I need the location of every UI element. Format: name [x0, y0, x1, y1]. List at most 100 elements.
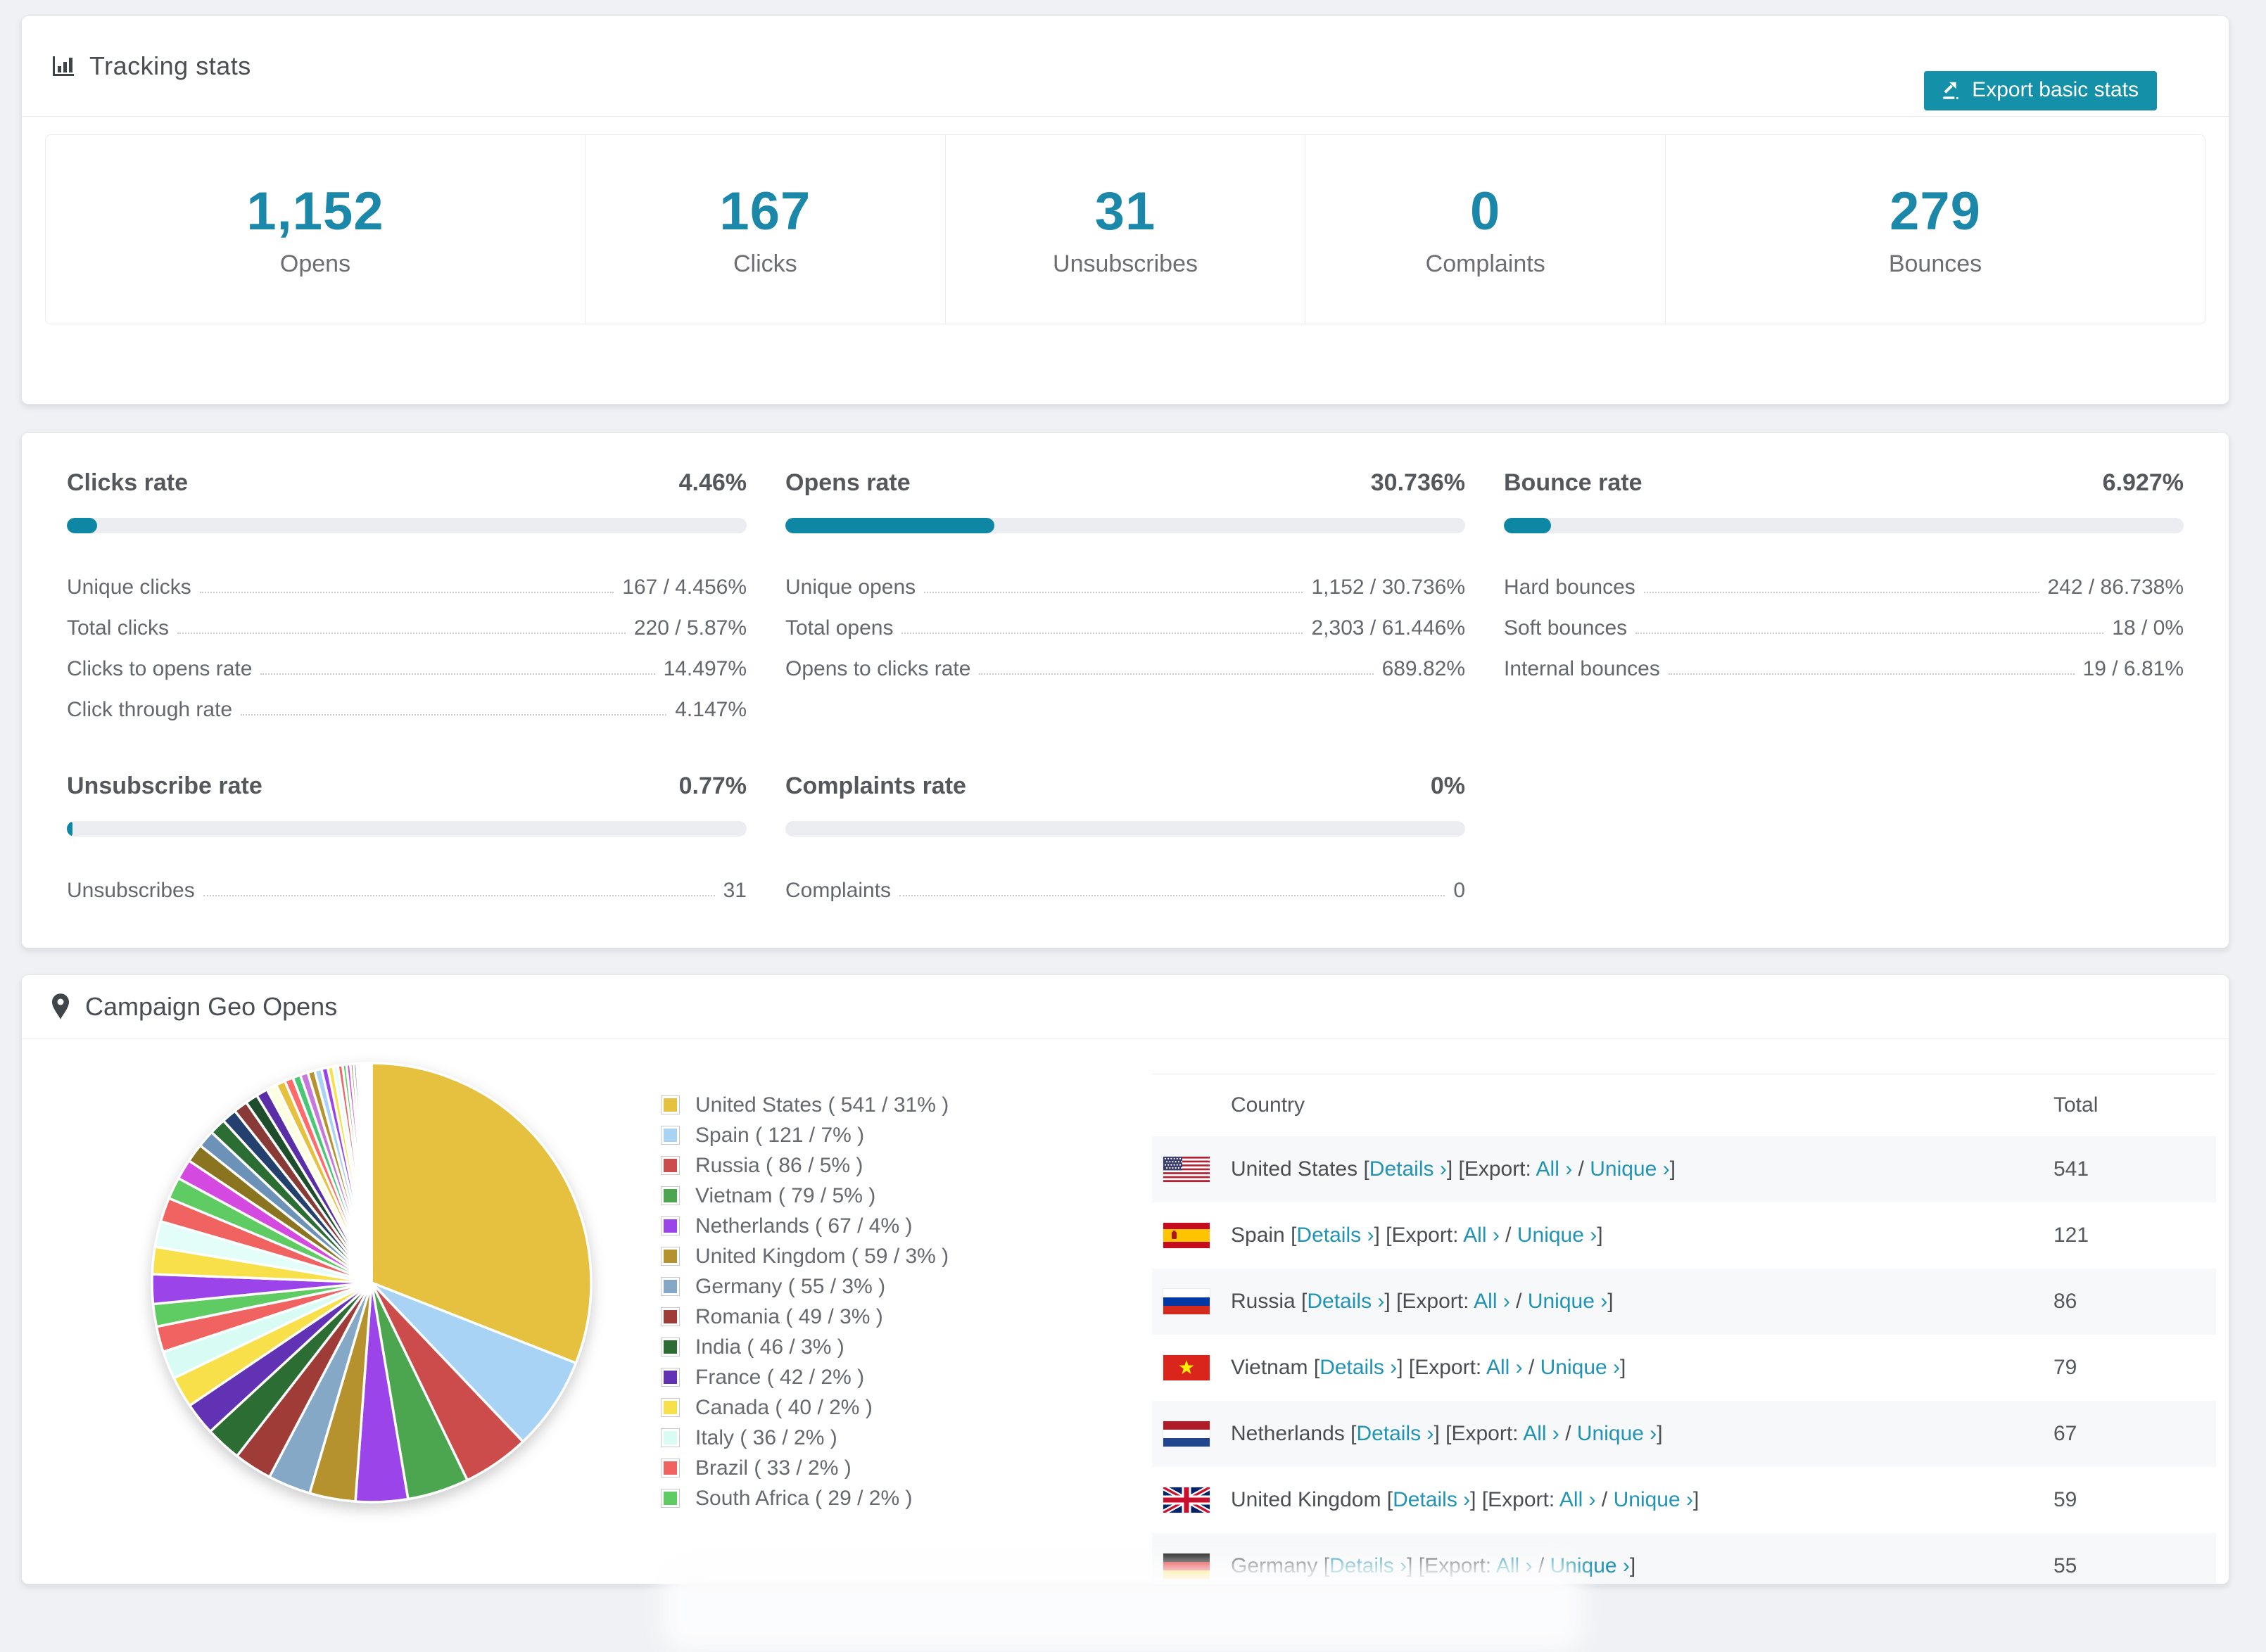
- flag-icon-ru: [1163, 1289, 1210, 1314]
- country-row-gb: United Kingdom [Details ›] [Export: All …: [1152, 1467, 2216, 1533]
- stat-label: Complaints: [1425, 250, 1545, 277]
- export-unique-link[interactable]: Unique ›: [1614, 1488, 1693, 1511]
- legend-item: Canada ( 40 / 2% ): [661, 1392, 949, 1423]
- rate-value: 0%: [1430, 773, 1465, 799]
- export-basic-stats-button[interactable]: Export basic stats: [1924, 71, 2157, 110]
- export-all-link[interactable]: All ›: [1496, 1554, 1533, 1577]
- legend-item: United States ( 541 / 31% ): [661, 1090, 949, 1120]
- country-total: 86: [2053, 1290, 2077, 1313]
- rate-detail-row: Opens to clicks rate 689.82%: [785, 640, 1465, 681]
- rate-progress-bar: [1504, 518, 2184, 533]
- details-link[interactable]: Details ›: [1319, 1356, 1397, 1379]
- legend-item: Germany ( 55 / 3% ): [661, 1271, 949, 1302]
- export-unique-link[interactable]: Unique ›: [1550, 1554, 1630, 1577]
- export-unique-link[interactable]: Unique ›: [1577, 1422, 1657, 1445]
- export-icon: [1939, 79, 1962, 101]
- rate-detail-value: 689.82%: [1381, 657, 1465, 680]
- rate-progress-fill: [67, 821, 73, 837]
- rate-value: 6.927%: [2102, 469, 2184, 496]
- rate-detail-label: Hard bounces: [1504, 576, 1635, 599]
- rates-card: Clicks rate 4.46% Unique clicks 167 / 4.456…: [21, 432, 2229, 948]
- geo-country-table: Country Total United States [Details ›] …: [1152, 1074, 2216, 1584]
- legend-swatch: [661, 1156, 680, 1175]
- rate-detail-label: Unique clicks: [67, 576, 191, 599]
- rate-detail-row: Soft bounces 18 / 0%: [1504, 599, 2184, 640]
- details-link[interactable]: Details ›: [1307, 1290, 1384, 1313]
- export-unique-link[interactable]: Unique ›: [1590, 1157, 1669, 1181]
- country-row-es: Spain [Details ›] [Export: All › / Uniqu…: [1152, 1202, 2216, 1269]
- export-all-link[interactable]: All ›: [1523, 1422, 1559, 1445]
- country-row-nl: Netherlands [Details ›] [Export: All › /…: [1152, 1401, 2216, 1467]
- rate-detail-value: 0: [1453, 879, 1465, 902]
- rate-detail-value: 14.497%: [663, 657, 747, 680]
- slash-separator: /: [1509, 1290, 1528, 1313]
- country-row-vn: Vietnam [Details ›] [Export: All › / Uni…: [1152, 1335, 2216, 1401]
- rates-grid: Clicks rate 4.46% Unique clicks 167 / 4.456…: [67, 469, 2184, 903]
- stat-box-unsubscribes: 31 Unsubscribes: [944, 135, 1305, 324]
- rate-detail-value: 1,152 / 30.736%: [1311, 576, 1465, 599]
- bar-chart-icon: [50, 53, 75, 79]
- slash-separator: /: [1572, 1157, 1590, 1181]
- rate-detail-row: Hard bounces 242 / 86.738%: [1504, 559, 2184, 599]
- stat-value: 167: [719, 182, 811, 241]
- rate-progress-bar: [785, 821, 1465, 837]
- flag-icon-es: [1163, 1223, 1210, 1248]
- rate-detail-value: 242 / 86.738%: [2047, 576, 2184, 599]
- total-column-header: Total: [2053, 1093, 2099, 1117]
- legend-item: Romania ( 49 / 3% ): [661, 1302, 949, 1332]
- legend-swatch: [661, 1489, 680, 1508]
- rate-detail-label: Internal bounces: [1504, 657, 1660, 680]
- details-link[interactable]: Details ›: [1356, 1422, 1433, 1445]
- slash-separator: /: [1532, 1554, 1550, 1577]
- rate-progress-fill: [67, 518, 98, 533]
- export-all-link[interactable]: All ›: [1463, 1224, 1500, 1247]
- legend-item: Brazil ( 33 / 2% ): [661, 1453, 949, 1483]
- rate-detail-label: Unsubscribes: [67, 879, 195, 902]
- rate-detail-row: Unique clicks 167 / 4.456%: [67, 559, 747, 599]
- country-row-ru: Russia [Details ›] [Export: All › / Uniq…: [1152, 1269, 2216, 1335]
- rate-detail-row: Internal bounces 19 / 6.81%: [1504, 640, 2184, 681]
- country-name: Netherlands [: [1231, 1422, 1357, 1445]
- stat-box-opens: 1,152 Opens: [46, 135, 585, 324]
- stat-box-bounces: 279 Bounces: [1665, 135, 2205, 324]
- export-all-link[interactable]: All ›: [1536, 1157, 1573, 1181]
- rate-detail-value: 220 / 5.87%: [633, 616, 747, 640]
- export-prefix: ] [Export:: [1433, 1422, 1524, 1445]
- closing-bracket: ]: [1669, 1157, 1676, 1181]
- dotted-leader: [1668, 673, 2075, 675]
- rate-progress-bar: [785, 518, 1465, 533]
- export-unique-link[interactable]: Unique ›: [1517, 1224, 1597, 1247]
- rate-detail-label: Clicks to opens rate: [67, 657, 253, 680]
- details-link[interactable]: Details ›: [1296, 1224, 1374, 1247]
- legend-item: United Kingdom ( 59 / 3% ): [661, 1241, 949, 1271]
- legend-swatch: [661, 1277, 680, 1296]
- export-all-link[interactable]: All ›: [1486, 1356, 1523, 1379]
- country-row-de: Germany [Details ›] [Export: All › / Uni…: [1152, 1533, 2216, 1584]
- rate-detail-label: Total opens: [785, 616, 894, 640]
- legend-swatch: [661, 1459, 680, 1478]
- details-link[interactable]: Details ›: [1369, 1157, 1447, 1181]
- closing-bracket: ]: [1629, 1554, 1636, 1577]
- slash-separator: /: [1499, 1224, 1517, 1247]
- details-link[interactable]: Details ›: [1329, 1554, 1407, 1577]
- country-row-text: Spain [Details ›] [Export: All › / Uniqu…: [1231, 1224, 1603, 1247]
- export-unique-link[interactable]: Unique ›: [1540, 1356, 1620, 1379]
- export-all-link[interactable]: All ›: [1474, 1290, 1510, 1313]
- details-link[interactable]: Details ›: [1393, 1488, 1470, 1511]
- export-prefix: ] [Export:: [1397, 1356, 1486, 1379]
- export-prefix: ] [Export:: [1374, 1224, 1464, 1247]
- rate-detail-label: Click through rate: [67, 698, 233, 721]
- legend-label: United Kingdom ( 59 / 3% ): [695, 1244, 949, 1268]
- export-all-link[interactable]: All ›: [1559, 1488, 1596, 1511]
- legend-item: India ( 46 / 3% ): [661, 1332, 949, 1362]
- country-total: 55: [2053, 1554, 2077, 1577]
- stat-label: Opens: [279, 250, 351, 277]
- export-unique-link[interactable]: Unique ›: [1528, 1290, 1607, 1313]
- legend-label: Russia ( 86 / 5% ): [695, 1153, 863, 1177]
- rate-detail-row: Click through rate 4.147%: [67, 681, 747, 722]
- stat-label: Clicks: [733, 250, 797, 277]
- legend-item: Vietnam ( 79 / 5% ): [661, 1181, 949, 1211]
- legend-swatch: [661, 1307, 680, 1326]
- rate-detail-row: Clicks to opens rate 14.497%: [67, 640, 747, 681]
- rate-value: 0.77%: [678, 773, 747, 799]
